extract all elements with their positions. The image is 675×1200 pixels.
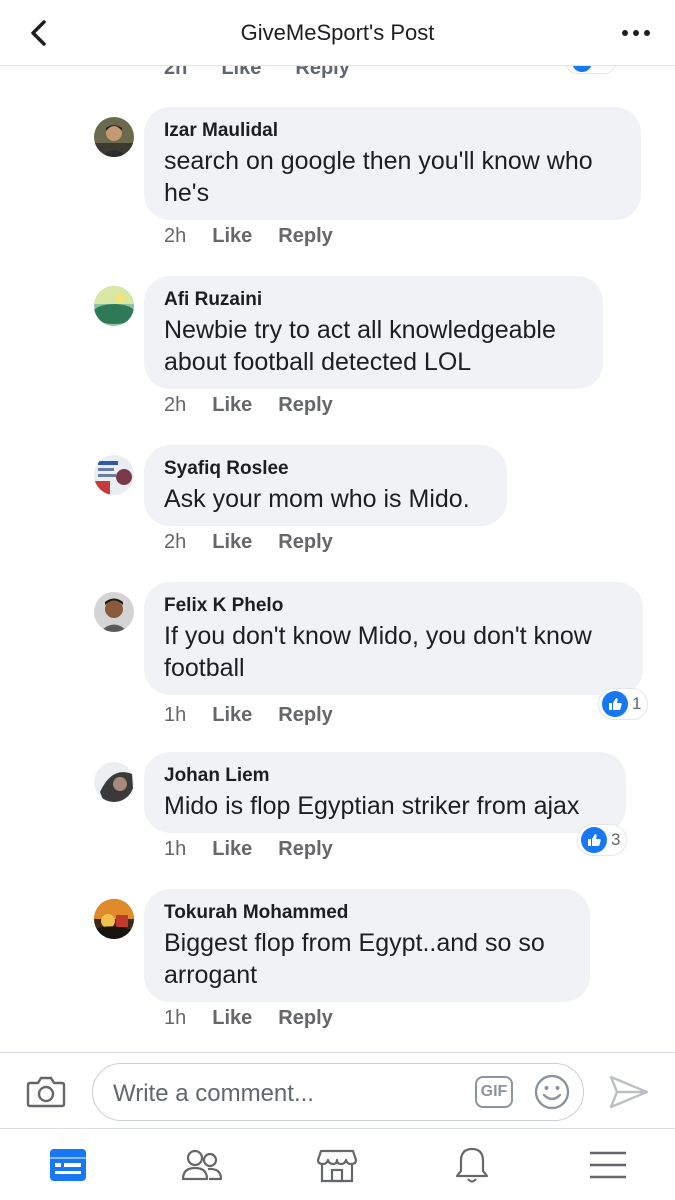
like-link[interactable]: Like (221, 66, 261, 79)
like-link[interactable]: Like (212, 1007, 252, 1029)
avatar[interactable] (94, 286, 134, 326)
comment-author[interactable]: Tokurah Mohammed (164, 901, 570, 925)
comment-time: 2h (164, 66, 188, 79)
comment-time: 1h (164, 1007, 187, 1029)
reply-link[interactable]: Reply (278, 531, 332, 553)
comment-time: 1h (164, 704, 187, 726)
like-link[interactable]: Like (212, 394, 252, 416)
marketplace-icon[interactable] (315, 1143, 359, 1187)
like-link[interactable]: Like (212, 531, 252, 553)
camera-icon[interactable] (26, 1073, 66, 1109)
comment-text: Ask your mom who is Mido. (164, 485, 470, 513)
more-dots-icon[interactable] (619, 20, 653, 46)
comment-actions: 1h Like Reply (164, 838, 359, 861)
like-link[interactable]: Like (212, 225, 252, 247)
comment-bubble: Tokurah Mohammed Biggest flop from Egypt… (144, 889, 590, 1002)
comment-bubble: Johan Liem Mido is flop Egyptian striker… (144, 752, 626, 833)
reaction-count: 1 (632, 694, 642, 713)
friends-icon[interactable] (180, 1143, 224, 1187)
reaction-count-badge[interactable]: 3 (577, 824, 628, 856)
comment-actions: 2h Like Reply (164, 225, 359, 248)
reply-link[interactable]: Reply (278, 704, 332, 726)
comment-actions: 1h Like Reply (164, 704, 359, 727)
comment-input[interactable]: Write a comment... GIF (92, 1063, 584, 1121)
comment-composer: Write a comment... GIF (0, 1052, 675, 1128)
comment-author[interactable]: Syafiq Roslee (164, 457, 487, 481)
comment-actions: 1h Like Reply (164, 1007, 359, 1030)
comment-bubble: Felix K Phelo If you don't know Mido, yo… (144, 582, 643, 695)
comment-bubble: Afi Ruzaini Newbie try to act all knowle… (144, 276, 603, 389)
comment-actions: 2h Like Reply (164, 394, 359, 417)
comment-author[interactable]: Felix K Phelo (164, 594, 623, 618)
comment-text: search on google then you'll know who he… (164, 147, 593, 207)
comments-feed: 2h Like Reply Izar Maulidal search on goog… (0, 66, 675, 1052)
avatar[interactable] (94, 117, 134, 157)
reaction-count-badge[interactable] (566, 66, 616, 74)
comment-text: Biggest flop from Egypt..and so so arrog… (164, 929, 545, 989)
bottom-tab-bar (0, 1128, 675, 1200)
reply-link[interactable]: Reply (278, 838, 332, 860)
comment-text: Mido is flop Egyptian striker from ajax (164, 792, 580, 820)
comment-time: 2h (164, 531, 187, 553)
reaction-count-badge[interactable]: 1 (598, 688, 649, 720)
partial-comment-actions: 2h Like Reply (164, 66, 384, 80)
comment-bubble: Izar Maulidal search on google then you'… (144, 107, 641, 220)
avatar[interactable] (94, 455, 134, 495)
emoji-icon[interactable] (533, 1073, 571, 1111)
reply-link[interactable]: Reply (295, 66, 349, 79)
thumbs-up-icon (581, 827, 607, 853)
comment-author[interactable]: Izar Maulidal (164, 119, 621, 143)
comment-time: 2h (164, 225, 187, 247)
avatar[interactable] (94, 762, 134, 802)
comment-actions: 2h Like Reply (164, 531, 359, 554)
reply-link[interactable]: Reply (278, 225, 332, 247)
thumbs-up-icon (572, 66, 592, 72)
menu-icon[interactable] (586, 1143, 630, 1187)
page-title: GiveMeSport's Post (240, 20, 435, 45)
thumbs-up-icon (602, 691, 628, 717)
notifications-icon[interactable] (450, 1143, 494, 1187)
comment-time: 2h (164, 394, 187, 416)
comment-author[interactable]: Afi Ruzaini (164, 288, 583, 312)
send-icon[interactable] (608, 1073, 650, 1111)
like-link[interactable]: Like (212, 838, 252, 860)
comment-input-placeholder: Write a comment... (113, 1080, 314, 1107)
news-feed-icon[interactable] (46, 1143, 90, 1187)
gif-button[interactable]: GIF (475, 1076, 513, 1108)
top-bar: GiveMeSport's Post (0, 0, 675, 66)
comment-time: 1h (164, 838, 187, 860)
like-link[interactable]: Like (212, 704, 252, 726)
comment-author[interactable]: Johan Liem (164, 764, 606, 788)
comment-text: Newbie try to act all knowledgeable abou… (164, 316, 556, 376)
comment-bubble: Syafiq Roslee Ask your mom who is Mido. (144, 445, 507, 526)
comment-text: If you don't know Mido, you don't know f… (164, 622, 592, 682)
reply-link[interactable]: Reply (278, 394, 332, 416)
avatar[interactable] (94, 899, 134, 939)
avatar[interactable] (94, 592, 134, 632)
reaction-count: 3 (611, 830, 621, 849)
reply-link[interactable]: Reply (278, 1007, 332, 1029)
